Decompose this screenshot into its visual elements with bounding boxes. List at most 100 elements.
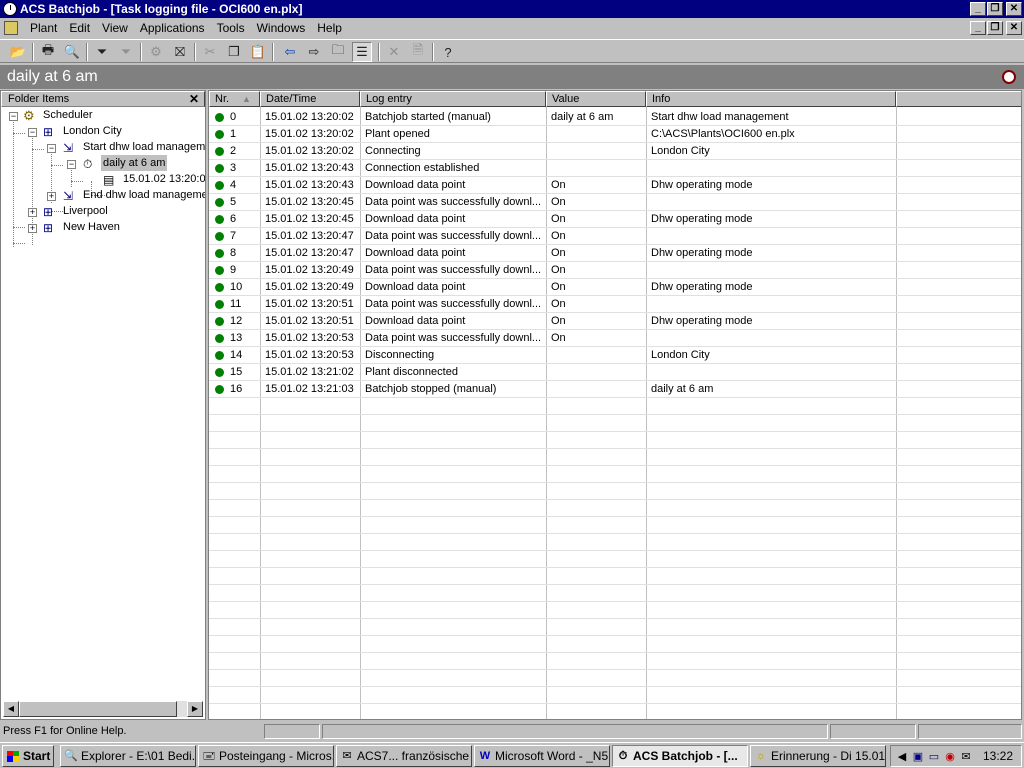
- tree-item-end-dhw-load-management[interactable]: ⇲ End dhw load management: [63, 187, 205, 203]
- table-row[interactable]: 14 15.01.02 13:20:53 Disconnecting London C…: [209, 347, 1021, 364]
- folder-tree: − ⚙ Scheduler − ⊞ London City − ⇲ Start …: [1, 107, 205, 703]
- row-divider: [209, 652, 1021, 653]
- cell-log-entry: Download data point: [365, 179, 466, 191]
- column-value[interactable]: Value: [546, 91, 646, 107]
- disconnect-icon[interactable]: ⛝: [170, 42, 190, 62]
- collapse-start-job-button[interactable]: −: [47, 144, 56, 153]
- cell-date-time: 15.01.02 13:20:02: [265, 128, 354, 140]
- table-row[interactable]: 10 15.01.02 13:20:49 Download data point On…: [209, 279, 1021, 296]
- cell-log-entry: Disconnecting: [365, 349, 435, 361]
- forward-arrow-icon[interactable]: ⇨: [304, 42, 324, 62]
- document-icon[interactable]: [4, 21, 18, 35]
- table-row[interactable]: 4 15.01.02 13:20:43 Download data point On D…: [209, 177, 1021, 194]
- table-row[interactable]: 0 15.01.02 13:20:02 Batchjob started (manu…: [209, 109, 1021, 126]
- stopwatch-icon: [3, 2, 17, 16]
- print-preview-icon[interactable]: 🔍: [62, 42, 82, 62]
- doc-minimize-button[interactable]: _: [970, 21, 986, 35]
- status-pane: [918, 724, 1022, 739]
- row-divider: [209, 125, 1021, 126]
- taskbar-button-word[interactable]: W Microsoft Word - _N5...: [474, 745, 610, 767]
- mail-tray-icon[interactable]: ✉: [959, 750, 973, 764]
- menu-plant[interactable]: Plant: [24, 21, 63, 35]
- taskbar-button-acs-batchjob[interactable]: ⏱ ACS Batchjob - [...: [612, 745, 748, 767]
- start-button[interactable]: Start: [2, 745, 54, 767]
- status-ok-icon: [215, 266, 224, 275]
- doc-close-button[interactable]: ✕: [1006, 21, 1022, 35]
- menu-tools[interactable]: Tools: [211, 21, 251, 35]
- table-row[interactable]: 7 15.01.02 13:20:47 Data point was success…: [209, 228, 1021, 245]
- collapse-london-button[interactable]: −: [28, 128, 37, 137]
- cell-date-time: 15.01.02 13:20:45: [265, 196, 354, 208]
- doc-restore-button[interactable]: ❐: [987, 21, 1003, 35]
- open-icon[interactable]: 📂: [8, 42, 28, 62]
- volume-icon[interactable]: ◀: [895, 750, 909, 764]
- clock-icon: ⏱: [83, 157, 93, 171]
- cell-log-entry: Data point was successfully downl...: [365, 264, 542, 276]
- table-row[interactable]: 5 15.01.02 13:20:45 Data point was success…: [209, 194, 1021, 211]
- print-icon[interactable]: 🖶: [38, 42, 58, 62]
- view-header: daily at 6 am: [0, 65, 1024, 89]
- cell-value: [551, 364, 645, 381]
- table-row[interactable]: 16 15.01.02 13:21:03 Batchjob stopped (man…: [209, 381, 1021, 398]
- minimize-button[interactable]: _: [970, 2, 986, 16]
- expand-new-haven-button[interactable]: +: [28, 224, 37, 233]
- menu-windows[interactable]: Windows: [251, 21, 312, 35]
- tree-item-log-file[interactable]: ▤ 15.01.02 13:20:02: [103, 171, 205, 187]
- tree-horizontal-scrollbar[interactable]: ◀ ▶: [3, 701, 203, 717]
- cell-date-time: 15.01.02 13:21:03: [265, 383, 354, 395]
- table-row[interactable]: 9 15.01.02 13:20:49 Data point was success…: [209, 262, 1021, 279]
- table-row[interactable]: 13 15.01.02 13:20:53 Data point was succes…: [209, 330, 1021, 347]
- column-info[interactable]: Info: [646, 91, 896, 107]
- expand-end-job-button[interactable]: +: [47, 192, 56, 201]
- scroll-thumb[interactable]: [19, 701, 177, 717]
- menu-view[interactable]: View: [96, 21, 134, 35]
- menu-applications[interactable]: Applications: [134, 21, 211, 35]
- cell-date-time: 15.01.02 13:20:49: [265, 281, 354, 293]
- monitor-icon[interactable]: ▭: [927, 750, 941, 764]
- folder-up-icon[interactable]: 🗀: [328, 42, 348, 62]
- taskbar-button-explorer[interactable]: 🔍 Explorer - E:\01 Bedi...: [60, 745, 196, 767]
- back-arrow-icon[interactable]: ⇦: [280, 42, 300, 62]
- scheduler-tray-icon[interactable]: ◉: [943, 750, 957, 764]
- taskbar-button-mail[interactable]: ✉ ACS7... französische ...: [336, 745, 472, 767]
- collapse-daily-button[interactable]: −: [67, 160, 76, 169]
- table-row[interactable]: 15 15.01.02 13:21:02 Plant disconnected: [209, 364, 1021, 381]
- window-title-bar[interactable]: ACS Batchjob - [Task logging file - OCI6…: [0, 0, 1024, 18]
- tree-item-start-dhw-load-management[interactable]: ⇲ Start dhw load management: [63, 139, 205, 155]
- table-row[interactable]: 8 15.01.02 13:20:47 Download data point On D…: [209, 245, 1021, 262]
- table-row[interactable]: 1 15.01.02 13:20:02 Plant opened C:\ACS\Pla…: [209, 126, 1021, 143]
- table-row[interactable]: 3 15.01.02 13:20:43 Connection established: [209, 160, 1021, 177]
- close-button[interactable]: ✕: [1006, 2, 1022, 16]
- expand-liverpool-button[interactable]: +: [28, 208, 37, 217]
- delete-icon: ✕: [388, 44, 400, 59]
- collapse-scheduler-button[interactable]: −: [9, 112, 18, 121]
- scroll-left-button[interactable]: ◀: [3, 701, 19, 717]
- cell-date-time: 15.01.02 13:20:45: [265, 213, 354, 225]
- column-log-entry[interactable]: Log entry: [360, 91, 546, 107]
- scroll-right-button[interactable]: ▶: [187, 701, 203, 717]
- table-row[interactable]: 2 15.01.02 13:20:02 Connecting London City: [209, 143, 1021, 160]
- row-divider: [209, 448, 1021, 449]
- status-ok-icon: [215, 283, 224, 292]
- table-row[interactable]: 11 15.01.02 13:20:51 Data point was succes…: [209, 296, 1021, 313]
- menu-edit[interactable]: Edit: [63, 21, 96, 35]
- column-nr[interactable]: Nr. ▲: [209, 91, 260, 107]
- copy-icon[interactable]: ❐: [224, 42, 244, 62]
- details-view-icon[interactable]: ☰: [352, 42, 372, 62]
- column-date-time[interactable]: Date/Time: [260, 91, 360, 107]
- taskbar-button-reminder[interactable]: ☼ Erinnerung - Di 15.01...: [750, 745, 886, 767]
- close-icon[interactable]: ✕: [189, 92, 199, 107]
- menu-help[interactable]: Help: [311, 21, 348, 35]
- filter-icon[interactable]: ⏷: [92, 42, 112, 62]
- cell-nr: 5: [230, 196, 237, 208]
- toolbar: 📂 🖶 🔍 ⏷ ⏷ ⚙ ⛝ ✂ ❐ 📋 ⇦ ⇨ 🗀 ☰ ✕ 🗎 ?: [0, 39, 1024, 63]
- restore-button[interactable]: ❐: [987, 2, 1003, 16]
- table-row[interactable]: 6 15.01.02 13:20:45 Download data point On D…: [209, 211, 1021, 228]
- status-pane: [264, 724, 320, 739]
- cell-date-time: 15.01.02 13:20:53: [265, 332, 354, 344]
- table-row[interactable]: 12 15.01.02 13:20:51 Download data point On…: [209, 313, 1021, 330]
- network-icon[interactable]: ▣: [911, 750, 925, 764]
- explorer-icon: 🔍: [64, 750, 78, 762]
- help-icon[interactable]: ?: [438, 42, 458, 62]
- taskbar-button-inbox[interactable]: 🖃 Posteingang - Micros...: [198, 745, 334, 767]
